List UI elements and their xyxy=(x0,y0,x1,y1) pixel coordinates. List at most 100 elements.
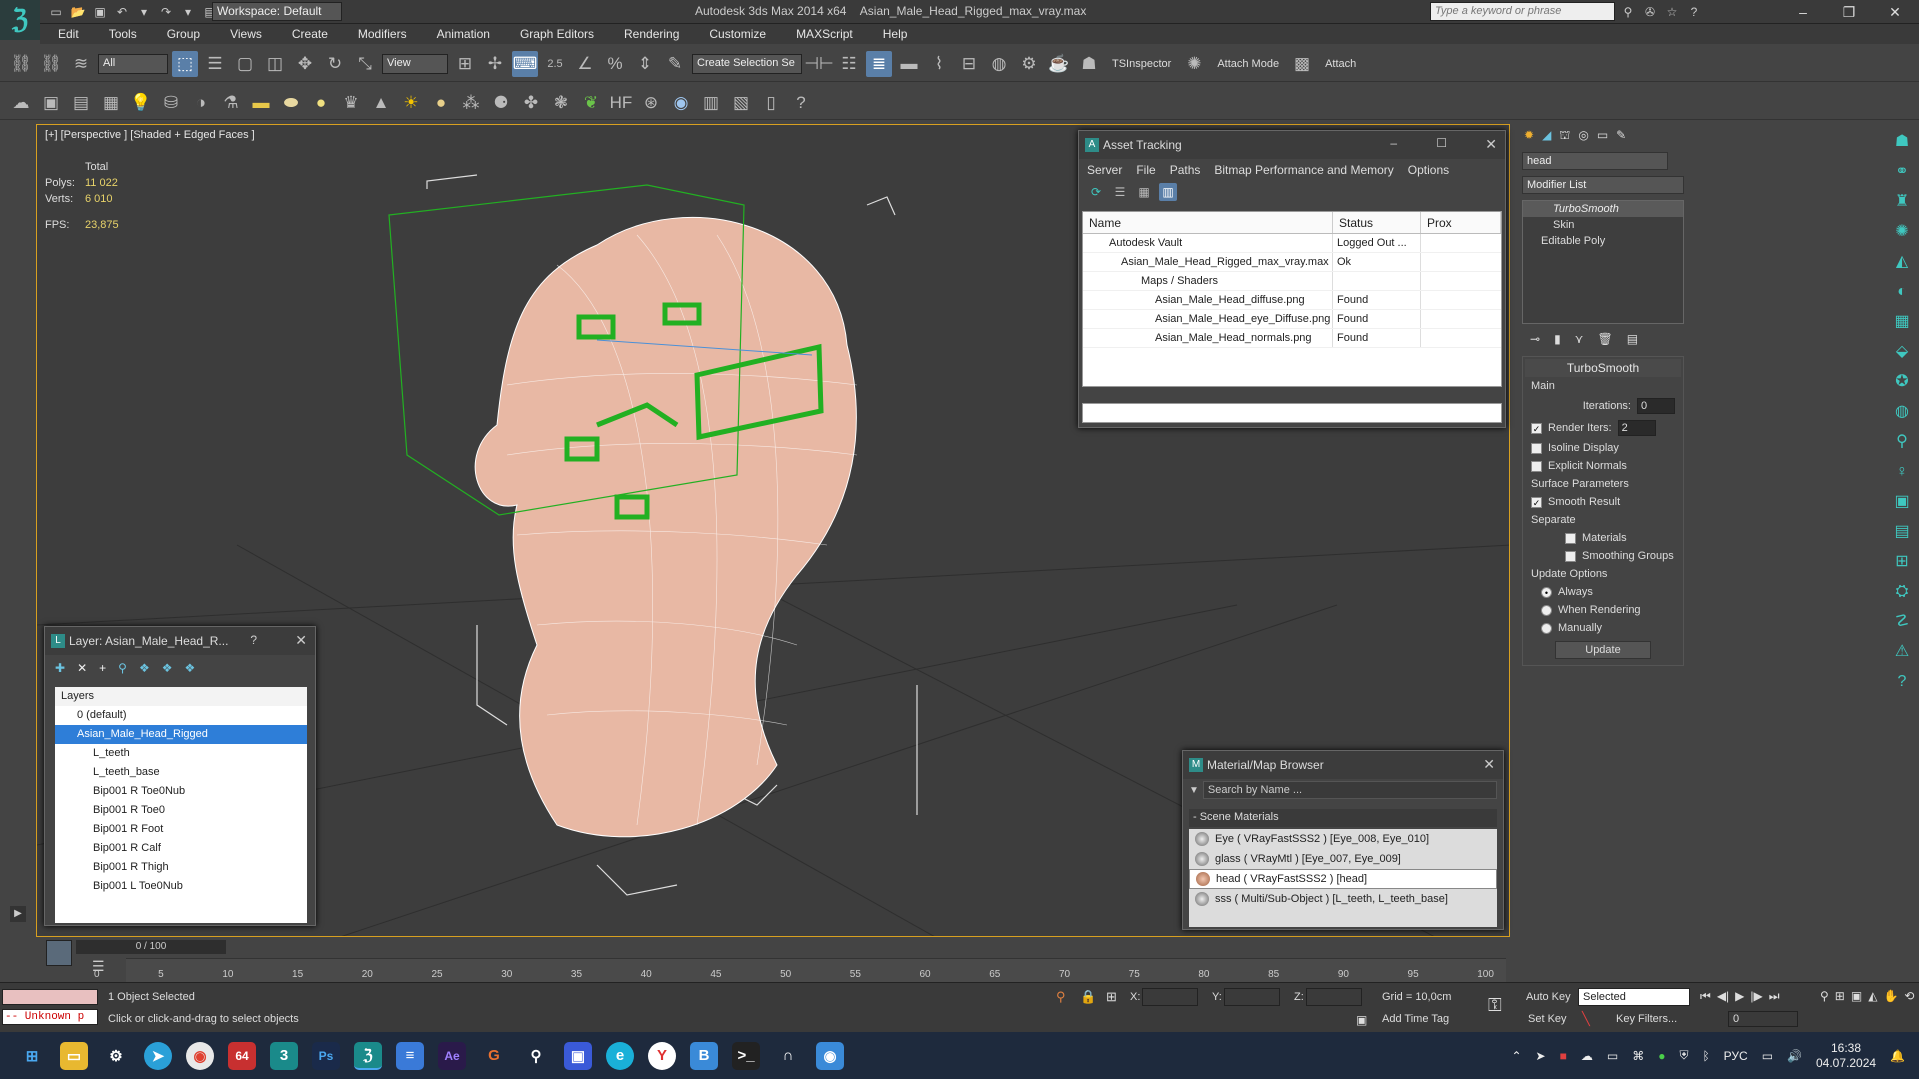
vray-panel-icon[interactable]: ▯ xyxy=(758,90,784,116)
freeze-all-icon[interactable]: ❖ xyxy=(184,661,195,679)
tool-icon-8[interactable]: ⬙ xyxy=(1890,340,1914,364)
time-tag-icon[interactable]: ▣ xyxy=(1356,1013,1367,1027)
x-coord-field[interactable] xyxy=(1142,988,1198,1006)
object-name-field[interactable]: head xyxy=(1522,152,1668,170)
menu-graph-editors[interactable]: Graph Editors xyxy=(502,24,606,44)
open-file-icon[interactable]: 📂 xyxy=(70,4,86,20)
pan-icon[interactable]: ✋ xyxy=(1883,989,1898,1003)
tools-icon[interactable]: ✇ xyxy=(1642,4,1658,20)
zoom-icon[interactable]: ⚲ xyxy=(1820,989,1829,1003)
go-to-start-icon[interactable]: ⏮ xyxy=(1700,989,1711,1004)
vray-plane-icon[interactable]: ▬ xyxy=(248,90,274,116)
asset-tracking-titlebar[interactable]: A Asset Tracking – ☐ ✕ xyxy=(1079,131,1505,159)
tool-icon-11[interactable]: ⚲ xyxy=(1890,430,1914,454)
keyboard-shortcut-override-icon[interactable]: ⌨ xyxy=(512,50,538,77)
vray-displacement-icon[interactable]: ⚈ xyxy=(488,90,514,116)
vray-hf-icon[interactable]: HF xyxy=(608,90,634,116)
menu-edit[interactable]: Edit xyxy=(40,24,91,44)
binoculars-icon[interactable]: ⚲ xyxy=(1620,4,1636,20)
isolate-icon[interactable]: ⚲ xyxy=(1056,989,1066,1005)
tool-icon-7[interactable]: ▦ xyxy=(1890,310,1914,334)
modifier-list-dropdown[interactable]: Modifier List xyxy=(1522,176,1684,194)
list-item[interactable]: head ( VRayFastSSS2 ) [head] xyxy=(1189,869,1497,889)
graphite-ribbon-icon[interactable]: ▬ xyxy=(896,51,922,77)
tool-icon-17[interactable]: ☡ xyxy=(1890,610,1914,634)
material-search-input[interactable]: Search by Name ... xyxy=(1202,781,1497,799)
chrome-icon[interactable]: ◉ xyxy=(186,1041,214,1070)
key-set-dropdown[interactable]: Selected xyxy=(1578,988,1690,1006)
key-icon[interactable]: ⚿ xyxy=(1488,995,1502,1016)
list-item[interactable]: L_teeth_base xyxy=(55,763,307,782)
workspace-dropdown[interactable]: Workspace: Default xyxy=(212,2,342,21)
undo-icon[interactable]: ↶ xyxy=(114,4,130,20)
vray-light-icon[interactable]: 💡 xyxy=(128,90,154,116)
tool-icon-13[interactable]: ▣ xyxy=(1890,490,1914,514)
list-item[interactable]: Bip001 L Toe0Nub xyxy=(55,877,307,896)
tray-shield-icon[interactable]: ⛨ xyxy=(1679,1048,1688,1063)
tool-icon-5[interactable]: ◭ xyxy=(1890,250,1914,274)
col-name[interactable]: Name xyxy=(1083,212,1333,233)
vray-proxy-icon[interactable]: ⚗ xyxy=(218,90,244,116)
asset-menu-bitmap[interactable]: Bitmap Performance and Memory xyxy=(1214,163,1393,177)
align-icon[interactable]: ☷ xyxy=(836,51,862,77)
menu-modifiers[interactable]: Modifiers xyxy=(340,24,419,44)
photoshop-icon[interactable]: Ps xyxy=(312,1041,340,1070)
list-item[interactable]: Bip001 R Toe0Nub xyxy=(55,782,307,801)
tool-icon-4[interactable]: ✺ xyxy=(1890,220,1914,244)
window-crossing-icon[interactable]: ◫ xyxy=(262,51,288,77)
menu-tools[interactable]: Tools xyxy=(91,24,149,44)
select-by-name-icon[interactable]: ☰ xyxy=(202,51,228,77)
checker-icon[interactable]: ▩ xyxy=(1289,51,1315,77)
yandex-icon[interactable]: Y xyxy=(648,1041,676,1070)
tool-icon-10[interactable]: ◍ xyxy=(1890,400,1914,424)
clock[interactable]: 16:38 04.07.2024 xyxy=(1816,1041,1876,1071)
volume-icon[interactable]: 🔊 xyxy=(1787,1049,1802,1063)
show-end-result-icon[interactable]: ▮ xyxy=(1554,332,1561,348)
search-app-icon[interactable]: ⚲ xyxy=(522,1042,550,1070)
app-g-icon[interactable]: G xyxy=(480,1042,508,1070)
zoom-extents-icon[interactable]: ▣ xyxy=(1851,989,1862,1003)
stack-item-turbosmooth[interactable]: TurboSmooth xyxy=(1523,201,1683,217)
task-view-icon[interactable]: ⚙ xyxy=(102,1042,130,1070)
maxscript-listener[interactable]: -- Unknown p xyxy=(2,1009,98,1025)
rect-selection-icon[interactable]: ▢ xyxy=(232,51,258,77)
render-production-icon[interactable]: ☗ xyxy=(1076,51,1102,77)
isoline-checkbox[interactable] xyxy=(1531,442,1542,454)
headphones-icon[interactable]: ∩ xyxy=(774,1042,802,1070)
motion-tab-icon[interactable]: ◎ xyxy=(1578,128,1588,146)
tool-icon-9[interactable]: ✪ xyxy=(1890,370,1914,394)
vray-material-icon[interactable]: ⊛ xyxy=(638,90,664,116)
link-icon[interactable]: ⛓ xyxy=(8,51,34,77)
help-icon[interactable]: ? xyxy=(1686,4,1702,20)
material-close-icon[interactable]: ✕ xyxy=(1483,756,1495,773)
vray-frame-buffer-icon[interactable]: ▣ xyxy=(38,90,64,116)
configure-sets-icon[interactable]: ▤ xyxy=(1627,332,1638,348)
update-button[interactable]: Update xyxy=(1555,641,1651,659)
undo-dropdown-icon[interactable]: ▾ xyxy=(136,4,152,20)
layers-header[interactable]: Layers xyxy=(55,687,307,706)
notification-bell-icon[interactable]: 🔔 xyxy=(1890,1049,1905,1063)
table-view-icon[interactable]: ▥ xyxy=(1159,183,1177,201)
list-item[interactable]: Bip001 R Foot xyxy=(55,820,307,839)
tray-chevron-icon[interactable]: ⌃ xyxy=(1511,1049,1521,1063)
app-logo-icon[interactable]: ℨ xyxy=(0,0,40,40)
mini-listener-icon[interactable] xyxy=(46,940,72,966)
col-status[interactable]: Status xyxy=(1333,212,1421,233)
bluetooth-icon[interactable]: ᛒ xyxy=(1702,1049,1709,1063)
asset-menu-paths[interactable]: Paths xyxy=(1170,163,1201,177)
menu-customize[interactable]: Customize xyxy=(691,24,778,44)
help-side-icon[interactable]: ? xyxy=(1890,670,1914,694)
delete-layer-icon[interactable]: ✕ xyxy=(77,661,87,679)
create-tab-icon[interactable]: ✹ xyxy=(1524,128,1534,146)
list-item[interactable]: glass ( VRayMtl ) [Eye_007, Eye_009] xyxy=(1189,849,1497,869)
select-object-icon[interactable]: ⬚ xyxy=(172,50,198,77)
select-in-layer-icon[interactable]: ⚲ xyxy=(118,661,127,679)
angle-snap-icon[interactable]: ∠ xyxy=(572,51,598,77)
list-item[interactable]: Bip001 R Thigh xyxy=(55,858,307,877)
menu-create[interactable]: Create xyxy=(274,24,340,44)
list-view-icon[interactable]: ☰ xyxy=(1111,183,1129,201)
add-time-tag[interactable]: Add Time Tag xyxy=(1382,1013,1449,1025)
tray-red-icon[interactable]: ■ xyxy=(1560,1049,1567,1063)
thumbnail-icon[interactable]: ▦ xyxy=(1135,183,1153,201)
terminal-icon[interactable]: >_ xyxy=(732,1041,760,1070)
